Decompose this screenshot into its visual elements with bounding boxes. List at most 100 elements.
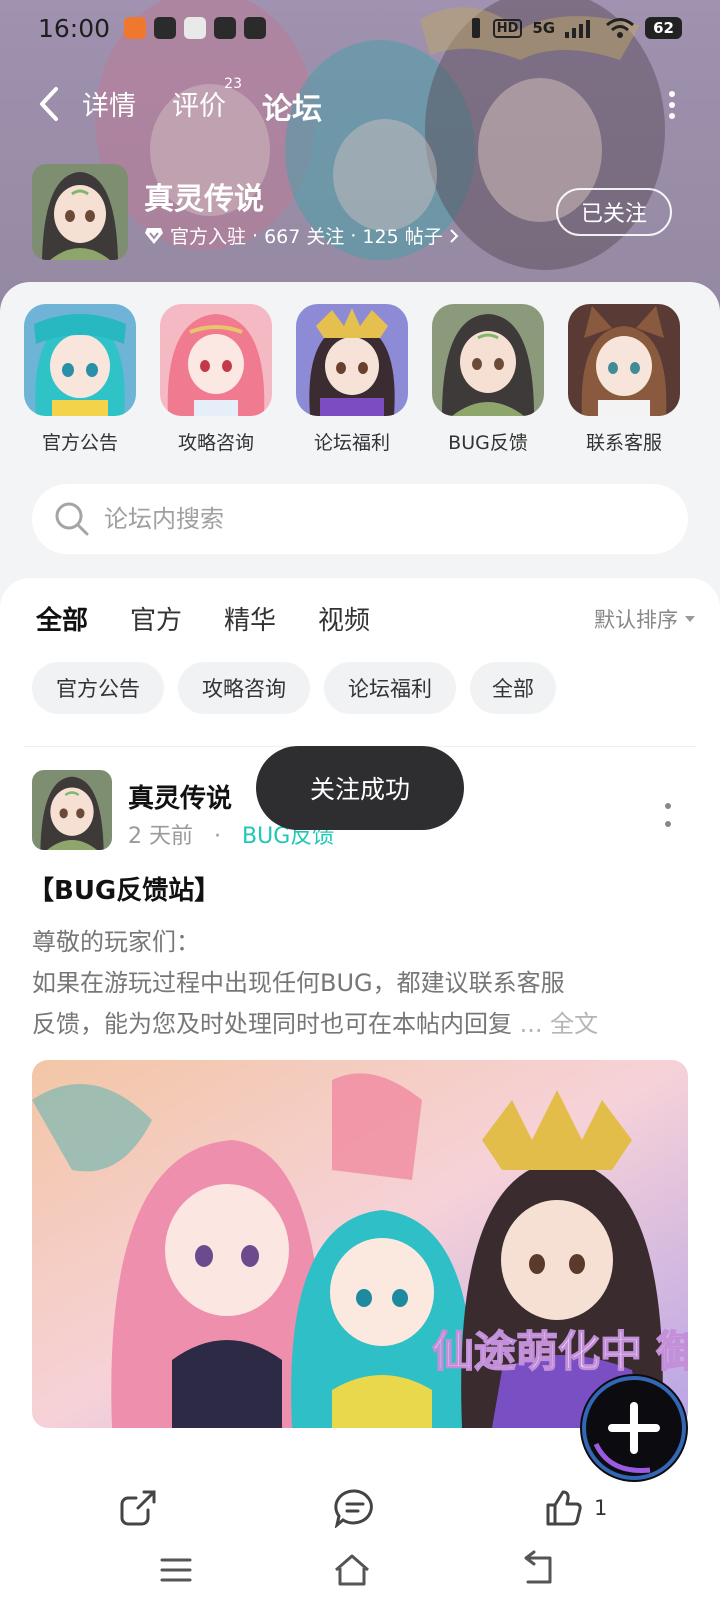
share-icon [120,1490,156,1526]
quick-link-label: 论坛福利 [313,432,390,454]
post-body-line: 如果在游玩过程中出现任何BUG，都建议联系客服 [32,969,565,997]
post-actions: 1 [0,1480,720,1536]
like-count: 1 [594,1496,608,1520]
tab-label: 论坛 [262,92,322,127]
plus-icon [582,1376,686,1480]
filter-tab-video[interactable]: 视频 [318,600,370,637]
tab-label: 评价 [172,91,226,122]
crowned-character-icon [296,304,408,416]
cat-ear-character-icon [568,304,680,416]
official-label: 官方入驻 [170,226,247,248]
tab-reviews[interactable]: 评价 23 [172,76,242,123]
author-name[interactable]: 真灵传说 [128,778,232,815]
sort-dropdown[interactable]: 默认排序 [594,604,696,634]
back-arrow-icon[interactable] [34,86,66,122]
post-more-icon[interactable] [662,802,674,828]
cyan-hair-character-icon [24,304,136,416]
post-body: 尊敬的玩家们： 如果在游玩过程中出现任何BUG，都建议联系客服 反馈，能为您及时… [32,922,692,1045]
create-post-button[interactable] [580,1374,688,1482]
post-title: 【BUG反馈站】 [28,876,221,906]
filter-tab-featured[interactable]: 精华 [224,600,276,637]
post-body-line: 反馈，能为您及时处理同时也可在本帖内回复 ... 全文 [32,1004,692,1045]
status-indicators: HD 5G 62 [469,17,682,39]
forum-search[interactable] [32,484,688,554]
battery-indicator: 62 [645,17,682,39]
game-info: 真灵传说 官方入驻 · 667 关注 · 125 帖子 已关注 [32,164,688,260]
quick-link-bug-report[interactable]: BUG反馈 [432,304,544,455]
app-notification-icon [244,17,267,39]
chip-benefits[interactable]: 论坛福利 [324,662,456,714]
tab-label: 详情 [82,91,136,122]
meta-separator: · [350,224,357,247]
home-icon[interactable] [332,1550,372,1590]
chip-guides[interactable]: 攻略咨询 [178,662,310,714]
forum-header: 16:00 HD 5G 62 详情 评价 23 论坛 真灵传说 官方入驻 · 6… [0,0,720,320]
post-banner-image[interactable]: 仙途萌化中 御剑恰 [32,1060,688,1428]
filter-tab-label: 官方 [130,606,183,636]
status-app-icons [124,17,267,39]
post-time: 2 天前 [128,824,193,849]
banner-illustration: 仙途萌化中 御剑恰 [32,1060,688,1428]
meta-separator: · [252,224,259,247]
vibrate-icon [471,18,480,38]
menu-icon[interactable] [156,1550,196,1590]
follow-success-toast: 关注成功 [256,746,464,830]
read-more-link[interactable]: 全文 [543,1010,598,1038]
ellipsis: ... [512,1010,543,1038]
quick-link-label: 联系客服 [585,432,662,454]
signal-icon [565,20,591,38]
follower-count: 667 关注 [264,226,345,248]
post-body-text: 反馈，能为您及时处理同时也可在本帖内回复 [32,1010,512,1038]
caret-down-icon [685,616,695,622]
quick-links: 官方公告 攻略咨询 论坛福利 BUG反馈 联系客服 [0,304,720,464]
post-body-line: 尊敬的玩家们： [32,928,200,956]
meta-separator: · [214,824,221,849]
quick-link-benefits[interactable]: 论坛福利 [296,304,408,455]
verified-diamond-icon [145,227,163,244]
chevron-right-icon [450,228,459,243]
green-robe-character-icon [432,304,544,416]
more-vertical-icon[interactable] [662,88,682,122]
tab-forum[interactable]: 论坛 [262,84,325,134]
author-avatar[interactable] [32,770,112,850]
status-bar: 16:00 HD 5G 62 [0,0,720,56]
quick-link-announcements[interactable]: 官方公告 [24,304,136,455]
status-time: 16:00 [38,13,111,43]
network-label: 5G [532,19,556,37]
quick-link-customer-service[interactable]: 联系客服 [568,304,680,455]
filter-tab-label: 精华 [224,606,277,636]
filter-tab-label: 全部 [36,606,89,636]
filter-tab-official[interactable]: 官方 [130,600,182,637]
search-icon [55,502,89,536]
chip-announcements[interactable]: 官方公告 [32,662,164,714]
author-avatar-image [32,770,112,850]
app-notification-icon [214,17,237,39]
wifi-icon [606,18,635,38]
quick-link-label: 官方公告 [41,432,118,454]
app-notification-icon [124,17,147,39]
review-count-badge: 23 [224,76,242,92]
game-meta[interactable]: 官方入驻 · 667 关注 · 125 帖子 [144,222,459,249]
following-button[interactable]: 已关注 [556,188,672,236]
quick-link-guides[interactable]: 攻略咨询 [160,304,272,455]
app-notification-icon [184,17,207,39]
chip-all[interactable]: 全部 [470,662,556,714]
game-avatar-image [32,164,128,260]
game-avatar[interactable] [32,164,128,260]
comment-button[interactable] [334,1480,376,1536]
hd-badge: HD [492,18,523,38]
like-button[interactable]: 1 [544,1480,607,1536]
quick-link-label: BUG反馈 [448,432,528,454]
tab-details[interactable]: 详情 [82,84,136,123]
filter-tab-all[interactable]: 全部 [36,600,89,641]
top-nav: 详情 评价 23 论坛 [0,76,720,134]
pink-hair-character-icon [160,304,272,416]
sort-label: 默认排序 [594,608,678,632]
search-input[interactable] [104,505,624,533]
comment-icon [334,1489,373,1528]
back-icon[interactable] [518,1550,558,1590]
thumbs-up-icon [546,1490,582,1526]
share-button[interactable] [118,1480,158,1536]
game-title: 真灵传说 [144,182,264,217]
system-nav-bar [0,1540,720,1605]
